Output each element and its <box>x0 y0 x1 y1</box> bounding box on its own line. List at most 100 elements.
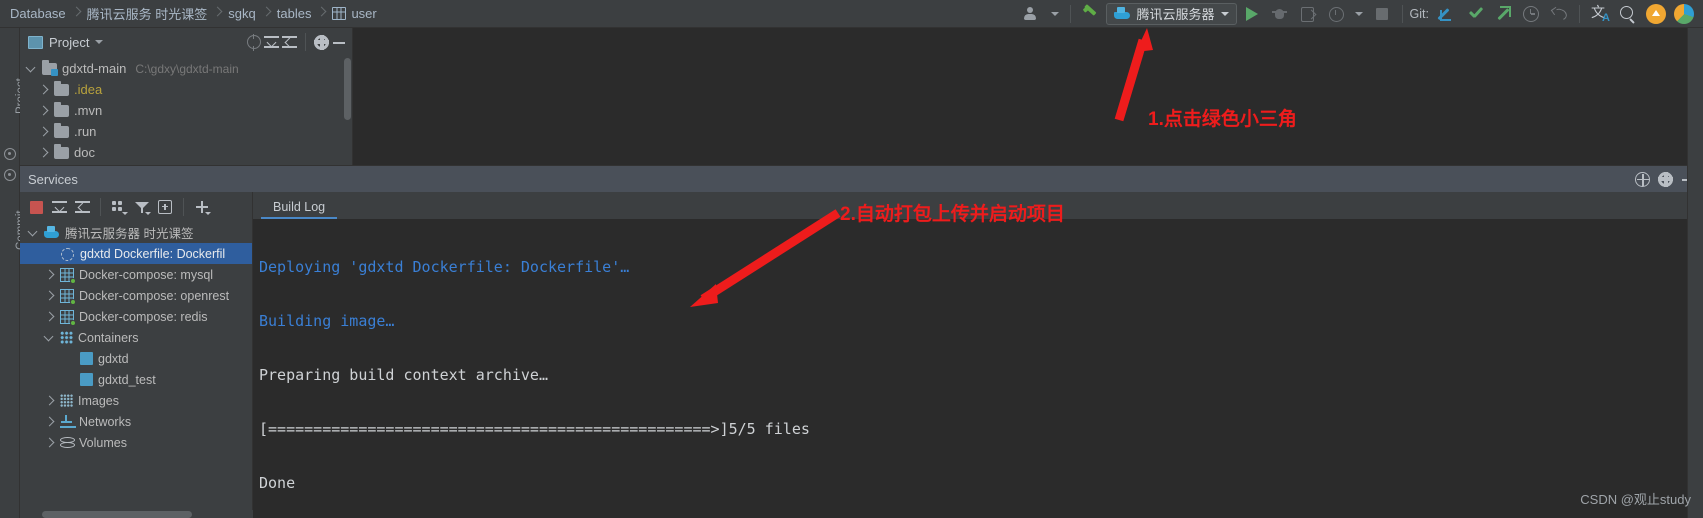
chevron-right-icon[interactable] <box>44 311 55 322</box>
breadcrumb-item-schema[interactable]: sgkq <box>224 6 259 21</box>
locate-icon[interactable] <box>247 33 261 51</box>
services-content-panel: Build Log Deploying 'gdxtd Dockerfile: D… <box>253 192 1703 518</box>
services-tree-row-images[interactable]: Images <box>20 390 252 411</box>
project-panel-tools <box>247 33 346 51</box>
console-line: Done <box>259 474 296 492</box>
breadcrumb-item-tables[interactable]: tables <box>273 6 316 21</box>
chevron-down-icon[interactable] <box>44 332 55 343</box>
git-update-icon[interactable] <box>1434 2 1460 26</box>
main-toolbar: Database 腾讯云服务 时光课签 sgkq tables user 腾讯云… <box>0 0 1703 28</box>
chevron-right-icon[interactable] <box>44 416 55 427</box>
collapse-all-icon[interactable] <box>282 35 297 49</box>
console-line: Preparing build context archive… <box>259 366 548 384</box>
filter-funnel-icon[interactable] <box>132 197 152 217</box>
services-tree-label: 腾讯云服务器 时光课签 <box>65 227 194 241</box>
profiler-dropdown-icon[interactable] <box>1351 2 1367 26</box>
services-tree-label: Docker-compose: redis <box>79 309 208 324</box>
services-tree-row-networks[interactable]: Networks <box>20 411 252 432</box>
chevron-right-icon[interactable] <box>44 269 55 280</box>
users-dropdown-icon[interactable] <box>1047 2 1063 26</box>
git-revert-undo-icon[interactable] <box>1546 2 1572 26</box>
services-tree-row-compose-mysql[interactable]: Docker-compose: mysql <box>20 264 252 285</box>
chevron-down-icon[interactable] <box>95 40 104 44</box>
expand-all-icon[interactable] <box>264 35 279 49</box>
chevron-right-icon[interactable] <box>44 290 55 301</box>
tab-build-log[interactable]: Build Log <box>261 194 338 220</box>
services-tree-row-container-gdxtd-test[interactable]: gdxtd_test <box>20 369 252 390</box>
chevron-down-icon[interactable] <box>28 227 39 238</box>
folder-icon <box>54 122 69 138</box>
docker-whale-icon <box>1113 6 1131 21</box>
group-by-icon[interactable] <box>109 197 129 217</box>
services-tree-label: gdxtd_test <box>98 372 156 387</box>
services-title: Services <box>28 171 78 187</box>
services-tree-row-volumes[interactable]: Volumes <box>20 432 252 453</box>
breadcrumb-item-datasource[interactable]: 腾讯云服务 时光课签 <box>83 4 212 23</box>
chevron-right-icon[interactable] <box>38 147 49 158</box>
compose-icon <box>60 288 76 305</box>
chevron-right-icon[interactable] <box>38 126 49 137</box>
users-icon[interactable] <box>1019 2 1045 26</box>
services-tree-scrollbar[interactable] <box>20 510 253 518</box>
rerun-icon[interactable] <box>1295 2 1321 26</box>
git-history-clock-icon[interactable] <box>1518 2 1544 26</box>
images-icon <box>60 394 73 407</box>
chevron-right-icon[interactable] <box>38 105 49 116</box>
breadcrumb-item-database[interactable]: Database <box>6 6 70 21</box>
services-tree-row-compose-redis[interactable]: Docker-compose: redis <box>20 306 252 327</box>
stop-red-icon[interactable] <box>26 197 46 217</box>
add-pane-icon[interactable] <box>155 197 175 217</box>
help-icon[interactable] <box>1635 171 1650 187</box>
profiler-icon[interactable] <box>1323 2 1349 26</box>
hammer-icon[interactable] <box>1078 2 1104 26</box>
toolbar-divider <box>1401 4 1403 23</box>
run-configuration-selector[interactable]: 腾讯云服务器 <box>1105 2 1237 25</box>
plus-icon[interactable] <box>192 197 212 217</box>
git-push-icon[interactable] <box>1490 2 1516 26</box>
stop-icon[interactable] <box>1369 2 1395 26</box>
stripe-structure-icon[interactable] <box>4 148 16 160</box>
breadcrumb-separator-icon <box>262 7 271 20</box>
right-tool-stripe <box>1687 28 1703 518</box>
run-play-icon[interactable] <box>1239 2 1265 26</box>
project-tree-row-mvn[interactable]: .mvn <box>20 100 352 121</box>
services-tree-label: Docker-compose: mysql <box>79 267 214 282</box>
project-tree-row-doc[interactable]: doc <box>20 142 352 163</box>
breadcrumb-label: user <box>351 6 377 21</box>
folder-icon <box>54 101 69 117</box>
chevron-right-icon[interactable] <box>44 437 55 448</box>
breadcrumb-label: tables <box>276 6 312 21</box>
services-tree-row-compose-openresty[interactable]: Docker-compose: openrest <box>20 285 252 306</box>
breadcrumb-separator-icon <box>213 7 222 20</box>
collapse-all-icon[interactable] <box>72 197 92 217</box>
avatar-color-icon[interactable] <box>1671 2 1697 26</box>
expand-all-icon[interactable] <box>49 197 69 217</box>
services-tree-row-docker-connection[interactable]: 腾讯云服务器 时光课签 <box>20 222 252 243</box>
debug-bug-icon[interactable] <box>1267 2 1293 26</box>
services-tree-row-dockerfile[interactable]: gdxtd Dockerfile: Dockerfil <box>20 243 252 264</box>
gear-icon[interactable] <box>1658 171 1673 187</box>
project-scrollbar[interactable] <box>344 58 351 120</box>
translate-icon[interactable]: 文A <box>1587 2 1613 26</box>
services-tree-row-container-gdxtd[interactable]: gdxtd <box>20 348 252 369</box>
project-tree-row-run[interactable]: .run <box>20 121 352 142</box>
build-log-console[interactable]: Deploying 'gdxtd Dockerfile: Dockerfile'… <box>253 219 1703 518</box>
services-tree-label: Docker-compose: openrest <box>79 288 230 303</box>
search-icon[interactable] <box>1615 2 1641 26</box>
editor-area <box>353 28 1687 165</box>
services-tree-label: gdxtd <box>98 351 129 366</box>
breadcrumb-separator-icon <box>317 7 326 20</box>
network-icon <box>60 415 74 428</box>
chevron-down-icon[interactable] <box>26 63 37 74</box>
chevron-right-icon[interactable] <box>38 84 49 95</box>
git-commit-check-icon[interactable] <box>1462 2 1488 26</box>
project-tree-row-root[interactable]: gdxtd-main C:\gdxy\gdxtd-main <box>20 58 352 79</box>
minimize-icon[interactable] <box>332 35 346 49</box>
stripe-bookmarks-icon[interactable] <box>4 169 16 181</box>
breadcrumb-item-user[interactable]: user <box>328 6 380 21</box>
gear-icon[interactable] <box>314 34 329 50</box>
services-tree-row-containers[interactable]: Containers <box>20 327 252 348</box>
project-tree-row-idea[interactable]: .idea <box>20 79 352 100</box>
avatar-upload-icon[interactable] <box>1643 2 1669 26</box>
chevron-right-icon[interactable] <box>44 395 55 406</box>
